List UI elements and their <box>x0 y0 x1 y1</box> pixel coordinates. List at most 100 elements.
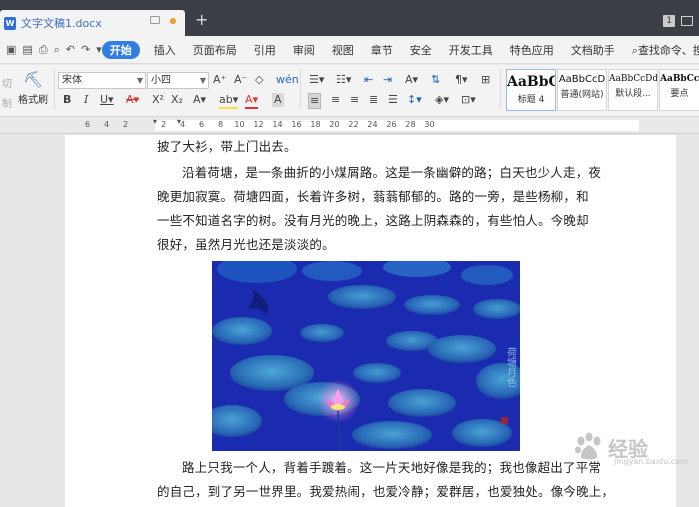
document-tab[interactable]: W 文字文稿1.docx <box>0 10 185 36</box>
format-painter-button[interactable]: ⛏ 格式刷 <box>15 70 51 107</box>
increase-indent-icon[interactable]: ⇥ <box>383 73 392 87</box>
italic-icon[interactable]: I <box>84 93 88 107</box>
ruler-tick-label: 26 <box>386 120 397 129</box>
customize-dropdown-icon[interactable]: ▾ <box>96 43 102 56</box>
tab-view[interactable]: 视图 <box>332 42 354 58</box>
font-color-icon[interactable]: A▾ <box>245 93 259 109</box>
line-spacing-icon[interactable]: ↕▾ <box>407 93 422 107</box>
ruler-tick-label: 20 <box>329 120 340 129</box>
cut-button[interactable]: 切 <box>2 75 12 90</box>
style-sample: AaBbCcDd <box>609 74 658 84</box>
text-line: 沿着荷塘，是一条曲折的小煤屑路。这是一条幽僻的路；白天也少人走，夜 <box>182 165 602 180</box>
divider <box>54 69 55 109</box>
tab-doc-assistant[interactable]: 文档助手 <box>571 42 615 58</box>
window-icon[interactable] <box>681 16 693 26</box>
borders-icon[interactable]: ⊡▾ <box>461 93 476 107</box>
clear-format-icon[interactable]: ◇ <box>255 73 263 87</box>
tab-references[interactable]: 引用 <box>254 42 276 58</box>
align-right-icon[interactable]: ≡ <box>350 93 359 107</box>
menu-bar: ▣ ▤ ⎙ ⌕ ↶ ↷ ▾ 开始 插入 页面布局 引用 审阅 视图 章节 安全 … <box>0 36 699 64</box>
ruler-tick-label: 8 <box>217 120 224 129</box>
ribbon: 切 制 ⛏ 格式刷 宋体 ▼ 小四 ▼ A⁺ A⁻ ◇ wén B I U▾ A▾ … <box>0 65 699 117</box>
copy-button[interactable]: 制 <box>2 95 12 110</box>
first-line-indent-marker[interactable]: ▾ <box>177 117 181 126</box>
command-search-label: 查找命令、搜 <box>637 43 699 57</box>
command-search[interactable]: ⌕查找命令、搜 <box>632 42 699 58</box>
ruler-tick-label: 18 <box>310 120 321 129</box>
grow-font-icon[interactable]: A⁺ <box>213 73 226 87</box>
highlight-icon[interactable]: ab▾ <box>219 93 239 109</box>
tab-section[interactable]: 章节 <box>371 42 393 58</box>
save-icon[interactable]: ▣ <box>6 43 16 56</box>
monitor-icon[interactable] <box>150 16 160 24</box>
document-title: 文字文稿1.docx <box>21 17 102 30</box>
print-preview-icon[interactable]: ⌕ <box>54 43 60 57</box>
font-name-select[interactable]: 宋体 ▼ <box>58 72 146 89</box>
ruler-tick-label: 14 <box>272 120 283 129</box>
ruler-tick-label: 22 <box>348 120 359 129</box>
export-pdf-icon[interactable]: ▤ <box>22 43 32 56</box>
text-line: 晚更加寂寞。荷塘四面，长着许多树，蓊蓊郁郁的。路的一旁，是些杨柳，和 <box>157 189 589 204</box>
new-tab-button[interactable]: + <box>195 12 208 28</box>
font-size-value: 小四 <box>151 75 171 86</box>
divider <box>300 69 301 109</box>
subscript-icon[interactable]: X₂ <box>171 93 183 107</box>
ruler-tick-label: 24 <box>367 120 378 129</box>
style-sample: AaBbCcD <box>558 74 606 85</box>
paragraph: 沿着荷塘，是一条曲折的小煤屑路。这是一条幽僻的路；白天也少人走，夜 晚更加寂寞。… <box>157 161 602 257</box>
distributed-icon[interactable]: ☰ <box>388 93 398 107</box>
left-indent-marker[interactable]: ▾ <box>153 117 157 126</box>
redo-icon[interactable]: ↷ <box>81 43 90 56</box>
ruler-tick-label: 2 <box>122 120 129 129</box>
window-controls: 1 <box>663 15 693 27</box>
style-heading-4[interactable]: AaBbC 标题 4 <box>506 69 556 111</box>
style-name: 标题 4 <box>517 95 545 105</box>
lotus-pond-image[interactable]: 荷塘月色 <box>212 261 520 451</box>
bullet-list-icon[interactable]: ☰▾ <box>309 73 324 87</box>
wps-writer-icon: W <box>4 16 16 30</box>
watermark-url: jingyan.baidu.com <box>614 457 688 466</box>
underline-icon[interactable]: U▾ <box>100 93 114 107</box>
align-left-icon[interactable]: ≡ <box>308 93 322 109</box>
shrink-font-icon[interactable]: A⁻ <box>234 73 247 87</box>
show-marks-icon[interactable]: ¶▾ <box>455 73 468 87</box>
chevron-down-icon: ▼ <box>199 76 206 85</box>
style-default-paragraph[interactable]: AaBbCcDd 默认段... <box>608 69 658 111</box>
chinese-layout-icon[interactable]: A▾ <box>405 73 418 87</box>
print-icon[interactable]: ⎙ <box>39 43 48 57</box>
ruler-tick-label: 12 <box>253 120 264 129</box>
tab-home[interactable]: 开始 <box>101 40 140 59</box>
tab-insert[interactable]: 插入 <box>154 42 176 58</box>
style-name: 普通(网站) <box>560 90 604 100</box>
superscript-icon[interactable]: X² <box>152 93 164 107</box>
text-effect-icon[interactable]: A▾ <box>193 93 206 107</box>
table-border-icon[interactable]: ⊞ <box>481 73 490 87</box>
tab-page-layout[interactable]: 页面布局 <box>193 42 237 58</box>
font-size-select[interactable]: 小四 ▼ <box>147 72 209 89</box>
style-name: 要点 <box>670 89 689 99</box>
tab-security[interactable]: 安全 <box>410 42 432 58</box>
numbered-list-icon[interactable]: ☷▾ <box>336 73 351 87</box>
justify-icon[interactable]: ≣ <box>369 93 378 107</box>
align-center-icon[interactable]: ≡ <box>331 93 340 107</box>
phonetic-guide-icon[interactable]: wén <box>276 73 299 87</box>
ruler-tick-label: 6 <box>198 120 205 129</box>
style-key-point[interactable]: AaBbCcDd 要点 <box>659 69 699 111</box>
bold-icon[interactable]: B <box>63 93 71 107</box>
char-shading-icon[interactable]: A <box>272 93 284 107</box>
shading-icon[interactable]: ◈▾ <box>435 93 449 107</box>
page-count-badge[interactable]: 1 <box>663 15 675 27</box>
tab-special-apps[interactable]: 特色应用 <box>510 42 554 58</box>
text-line: 一些不知道名字的树。没有月光的晚上，这路上阴森森的，有些怕人。今晚却 <box>157 213 589 228</box>
ruler-tick-label: 6 <box>84 120 91 129</box>
undo-icon[interactable]: ↶ <box>66 43 75 56</box>
tab-developer[interactable]: 开发工具 <box>449 42 493 58</box>
horizontal-ruler[interactable]: 6 4 2 2 4 6 8 10 12 14 16 18 20 22 24 26 28 30 ▾ ▾ <box>0 117 699 134</box>
sort-icon[interactable]: ⇅ <box>431 73 440 87</box>
tab-review[interactable]: 审阅 <box>293 42 315 58</box>
strikethrough-icon[interactable]: A▾ <box>126 93 139 107</box>
text-line: 披了大衫，带上门出去。 <box>157 139 297 154</box>
decrease-indent-icon[interactable]: ⇤ <box>364 73 373 87</box>
format-painter-icon: ⛏ <box>22 70 44 89</box>
style-normal-web[interactable]: AaBbCcD 普通(网站) <box>557 69 607 111</box>
